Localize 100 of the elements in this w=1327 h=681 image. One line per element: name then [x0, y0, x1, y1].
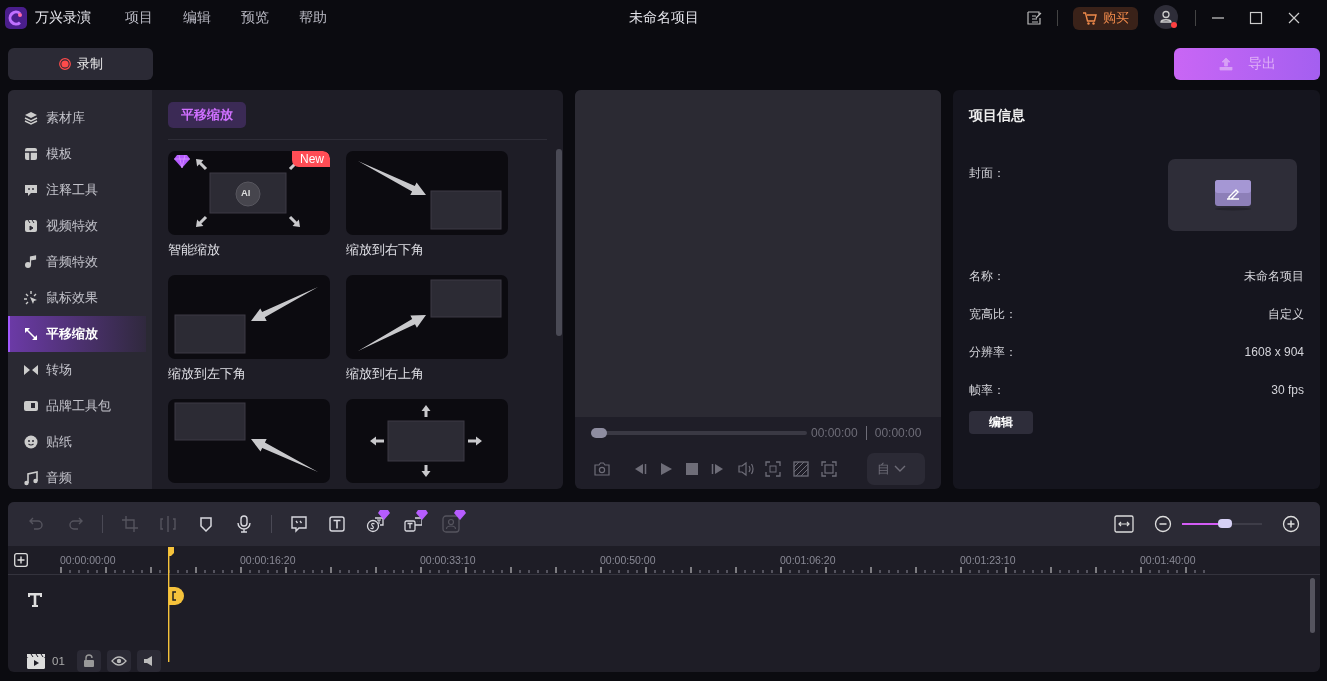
stop-icon	[685, 462, 699, 476]
preset-card[interactable]: AI New	[168, 151, 330, 235]
app-name: 万兴录演	[35, 9, 91, 27]
notes-icon	[1026, 10, 1042, 26]
scrollbar[interactable]	[1310, 578, 1315, 633]
cover-thumbnail[interactable]	[1168, 159, 1297, 231]
field-value: 30 fps	[1271, 383, 1304, 397]
zoom-in-icon	[1282, 515, 1300, 533]
sidebar-item[interactable]: 贴纸	[8, 424, 146, 460]
chevron-down-icon	[894, 465, 906, 473]
record-button[interactable]: 录制	[8, 48, 153, 80]
sidebar-item[interactable]: 转场	[8, 352, 146, 388]
close-icon	[1287, 11, 1301, 25]
lock-button[interactable]	[76, 650, 101, 672]
crop-icon	[121, 515, 139, 533]
text-track-icon	[27, 592, 43, 608]
sidebar-item[interactable]: 音频	[8, 460, 146, 489]
window-title: 未命名项目	[628, 10, 699, 25]
preset-label: 智能缩放	[168, 241, 220, 259]
field-label: 宽高比：	[969, 305, 1017, 323]
sidebar-item[interactable]: 音频特效	[8, 244, 146, 280]
sidebar-item[interactable]: 鼠标效果	[8, 280, 146, 316]
play-icon	[659, 462, 673, 476]
sidebar-item-icon	[23, 254, 39, 270]
sidebar-item-icon	[23, 362, 39, 378]
ruler-label: 00:00:50:00	[600, 553, 657, 566]
edit-button[interactable]: 编辑	[969, 411, 1033, 434]
zoom-out-icon	[1154, 515, 1172, 533]
preset-card[interactable]	[168, 275, 330, 359]
sidebar-item[interactable]: 素材库	[8, 100, 146, 136]
sidebar-item[interactable]: 品牌工具包	[8, 388, 146, 424]
add-track-button[interactable]	[13, 552, 29, 568]
field-value: 未命名项目	[1244, 267, 1304, 285]
redo-icon	[66, 515, 84, 533]
sidebar-item-icon	[23, 398, 39, 414]
user-avatar-icon	[1154, 5, 1180, 31]
previous-frame-icon	[633, 462, 647, 476]
sidebar-item-icon	[23, 146, 39, 162]
hatched-square-icon	[793, 461, 809, 477]
subtitle-icon	[366, 515, 384, 533]
camera-icon	[593, 461, 611, 477]
sidebar-item-icon	[23, 290, 39, 306]
new-badge: New	[292, 151, 330, 167]
unlock-icon	[81, 654, 96, 668]
sidebar-item[interactable]: 视频特效	[8, 208, 146, 244]
upload-icon	[1218, 56, 1234, 72]
ai-label: AI	[241, 187, 251, 198]
visibility-button[interactable]	[106, 650, 131, 672]
menu-item[interactable]: 编辑	[183, 9, 211, 27]
preset-card[interactable]	[168, 399, 330, 483]
menu-item[interactable]: 项目	[125, 9, 153, 27]
sidebar-item-icon	[23, 326, 39, 342]
maximize-icon	[1249, 11, 1263, 25]
ruler-label: 00:01:40:00	[1140, 553, 1197, 566]
next-frame-icon	[711, 462, 725, 476]
sidebar-item[interactable]: 模板	[8, 136, 146, 172]
record-icon	[58, 58, 71, 70]
shield-icon	[197, 515, 215, 533]
ruler-label: 00:00:33:10	[420, 553, 477, 566]
sidebar-item[interactable]: 注释工具	[8, 172, 146, 208]
text-box-icon	[328, 515, 346, 533]
preset-card[interactable]	[346, 275, 508, 359]
add-icon	[14, 553, 28, 567]
ruler-label: 00:00:16:20	[240, 553, 297, 566]
field-label: 分辨率：	[969, 343, 1017, 361]
track-number: 01	[52, 655, 65, 667]
sidebar-item-icon	[23, 434, 39, 450]
fullscreen-icon	[821, 461, 837, 477]
caption-clip-icon	[168, 587, 184, 605]
preset-label: 缩放到左下角	[168, 365, 246, 383]
ruler-label: 00:01:06:20	[780, 553, 837, 566]
field-value: 1608 x 904	[1244, 345, 1304, 359]
eye-icon	[110, 655, 127, 667]
app-logo	[5, 7, 27, 29]
avatar-frame-icon	[442, 515, 460, 533]
sidebar-item-icon	[23, 110, 39, 126]
sidebar-item-icon	[23, 470, 39, 486]
preset-label: 缩放到右上角	[346, 365, 424, 383]
mute-button[interactable]	[136, 650, 161, 672]
preset-card[interactable]	[346, 151, 508, 235]
cart-icon	[1082, 11, 1098, 25]
text-frame-icon	[404, 515, 422, 533]
panel-title: 项目信息	[969, 107, 1025, 125]
field-label: 帧率：	[969, 381, 1005, 399]
frame-select-icon	[765, 461, 781, 477]
volume-icon	[737, 461, 755, 477]
sidebar-item-icon	[23, 182, 39, 198]
preset-label: 缩放到右下角	[346, 241, 424, 259]
sidebar-item[interactable]: 平移缩放	[8, 316, 146, 352]
menu-item[interactable]: 帮助	[299, 9, 327, 27]
total-time: 00:00:00	[874, 426, 922, 440]
section-tab[interactable]: 平移缩放	[168, 102, 246, 128]
fit-width-icon	[1114, 515, 1134, 533]
field-label: 封面：	[969, 165, 1005, 181]
field-label: 名称：	[969, 267, 1005, 285]
microphone-icon	[235, 515, 253, 533]
menu-item[interactable]: 预览	[241, 9, 269, 27]
speech-bubble-icon	[290, 515, 308, 533]
scrollbar[interactable]	[556, 149, 562, 336]
buy-button[interactable]: 购买	[1073, 6, 1138, 30]
